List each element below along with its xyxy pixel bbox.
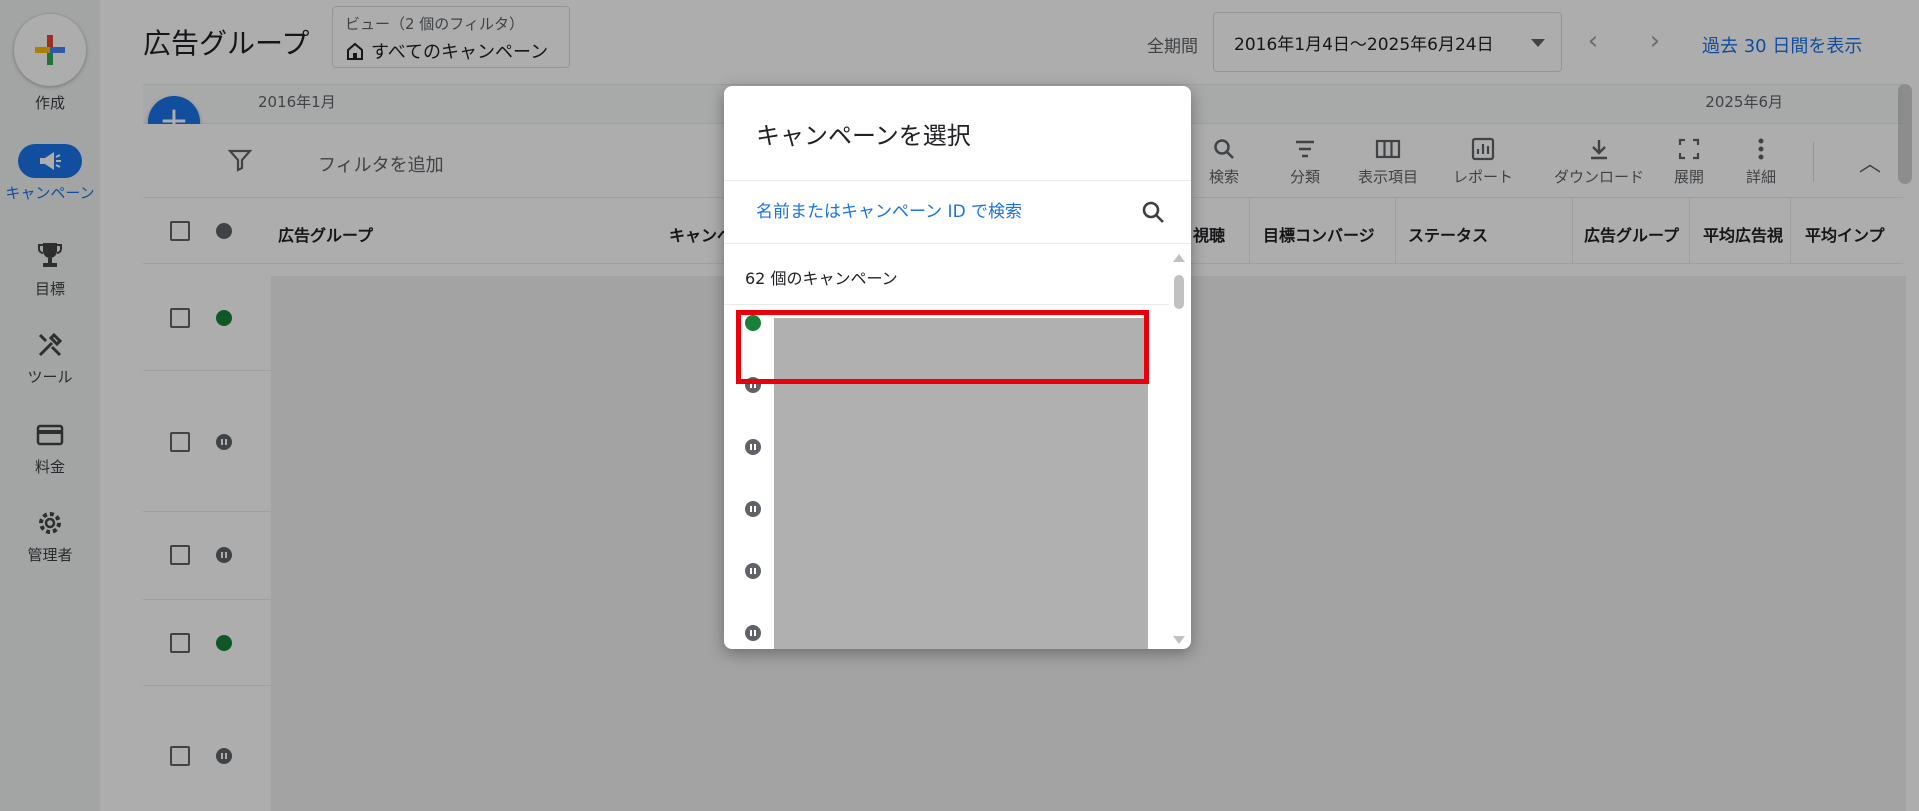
scroll-thumb[interactable] — [1174, 275, 1184, 309]
status-paused-icon — [745, 501, 761, 517]
divider — [724, 243, 1191, 244]
campaign-search-bar — [724, 181, 1191, 243]
status-paused-icon — [745, 563, 761, 579]
scroll-down-arrow-icon[interactable] — [1173, 636, 1185, 644]
highlight-annotation — [736, 310, 1149, 384]
status-paused-icon — [745, 439, 761, 455]
page-scrollbar[interactable] — [1898, 84, 1912, 184]
scroll-up-arrow-icon[interactable] — [1173, 254, 1185, 262]
campaign-count: 62 個のキャンペーン — [745, 269, 898, 288]
dialog-scrollbar[interactable] — [1172, 254, 1186, 644]
search-icon[interactable] — [1140, 199, 1166, 225]
status-paused-icon — [745, 625, 761, 641]
dialog-title: キャンペーンを選択 — [756, 122, 971, 150]
campaign-search-input[interactable] — [756, 195, 1116, 229]
